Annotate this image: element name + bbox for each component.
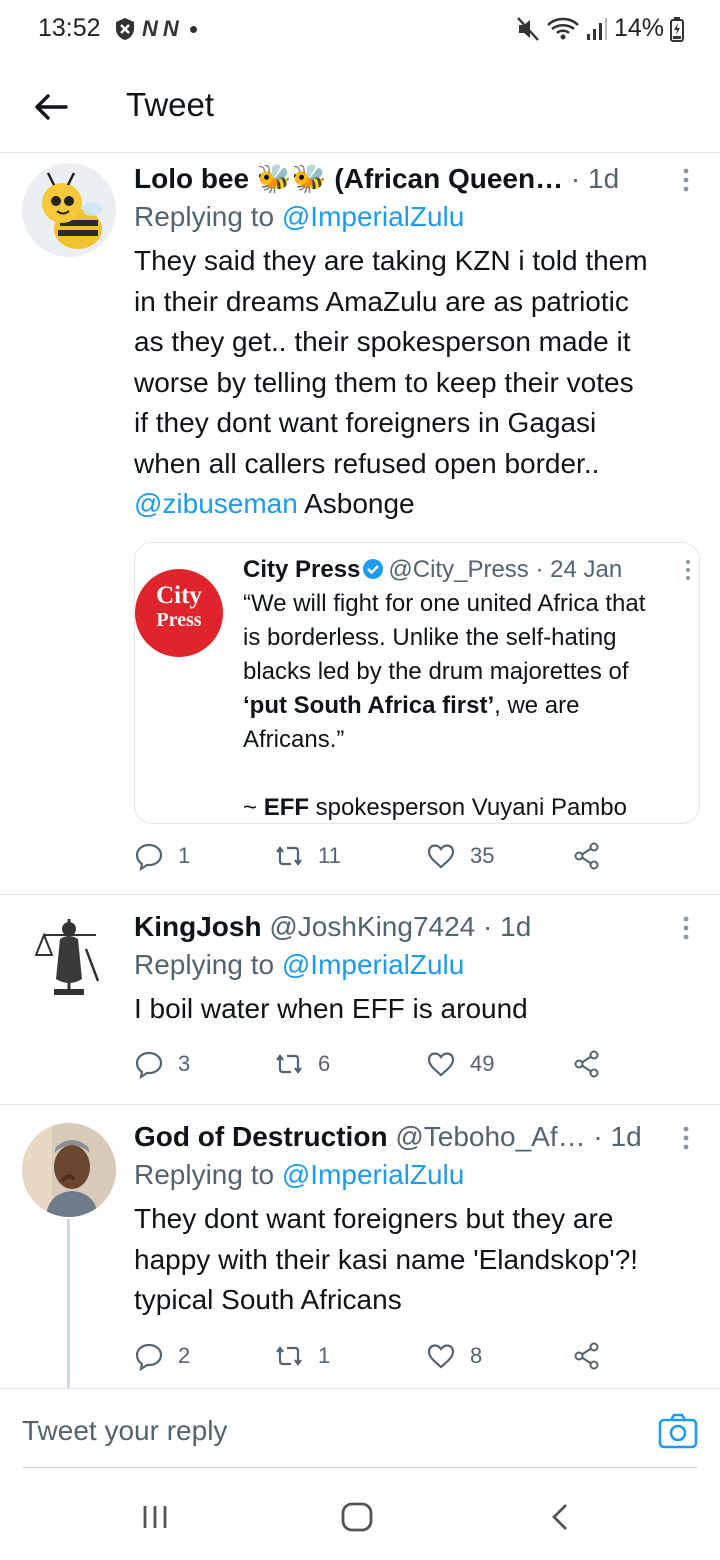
- heart-icon: [427, 844, 455, 869]
- display-name[interactable]: God of Destruction: [134, 1121, 388, 1152]
- tweet-body: Lolo bee 🐝🐝 (African Queen… · 1d Replyin…: [134, 161, 689, 525]
- replying-to: Replying to @ImperialZulu: [134, 949, 465, 980]
- share-icon: [574, 1342, 599, 1370]
- status-system-icons: 14%: [516, 14, 684, 43]
- notification-n-icon: N: [142, 16, 158, 41]
- status-notification-icons: N N: [114, 16, 197, 42]
- reply-icon: [135, 1343, 163, 1371]
- replying-to: Replying to @ImperialZulu: [134, 201, 465, 232]
- quoted-handle[interactable]: @City_Press: [388, 556, 528, 583]
- notification-n-icon: N: [162, 16, 179, 41]
- status-bar: 13:52 N N 14%: [0, 0, 720, 60]
- share-icon: [574, 842, 599, 870]
- heart-icon: [427, 1344, 455, 1369]
- status-time: 13:52: [38, 14, 101, 42]
- tweet-actions: 3 6 49: [134, 1049, 614, 1089]
- avatar[interactable]: [22, 1123, 116, 1217]
- tweet-header: God of Destruction @Teboho_Af… · 1d: [134, 1119, 688, 1155]
- quoted-tweet-body: City Press @City_Press · 24 Jan “We will …: [243, 553, 679, 825]
- tweet-actions: 1 11 35: [134, 841, 614, 881]
- tweet-body: KingJosh @JoshKing7424 · 1d Replying to …: [134, 909, 689, 1030]
- tweet-header: KingJosh @JoshKing7424 · 1d: [134, 909, 688, 945]
- handle[interactable]: @Teboho_Af…: [395, 1121, 585, 1152]
- display-name[interactable]: Lolo bee 🐝🐝 (African Queen…: [134, 163, 563, 194]
- retweet-icon: [276, 1054, 302, 1074]
- avatar[interactable]: [22, 163, 116, 257]
- wifi-icon: [547, 17, 579, 39]
- camera-icon[interactable]: [658, 1413, 698, 1449]
- more-options-icon[interactable]: [680, 915, 692, 941]
- tweet-body: God of Destruction @Teboho_Af… · 1d Repl…: [134, 1119, 689, 1321]
- quoted-timestamp[interactable]: · 24 Jan: [535, 556, 622, 583]
- system-nav-bar: [0, 1470, 720, 1560]
- reply-button[interactable]: 1: [134, 841, 190, 871]
- quoted-tweet-text: “We will fight for one united Africa tha…: [243, 590, 646, 821]
- quoted-display-name[interactable]: City Press: [243, 556, 360, 583]
- like-button[interactable]: 35: [426, 841, 494, 871]
- justice-statue-avatar-image: [22, 909, 116, 1003]
- share-button[interactable]: [572, 1341, 602, 1371]
- thread-connector-line: [67, 1219, 70, 1388]
- timestamp[interactable]: · 1d: [571, 163, 619, 194]
- timestamp[interactable]: · 1d: [593, 1121, 641, 1152]
- reply-button[interactable]: 2: [134, 1341, 190, 1371]
- back-nav-icon[interactable]: [548, 1502, 572, 1532]
- share-button[interactable]: [572, 841, 602, 871]
- tweet-header: Lolo bee 🐝🐝 (African Queen… · 1d: [134, 161, 688, 197]
- verified-badge-icon: [363, 559, 384, 579]
- city-press-logo[interactable]: City Press: [135, 569, 223, 657]
- person-avatar-image: [22, 1123, 116, 1217]
- back-arrow-icon[interactable]: [28, 84, 74, 130]
- tweet-text: They said they are taking KZN i told the…: [134, 245, 648, 519]
- display-name[interactable]: KingJosh: [134, 911, 262, 942]
- recent-apps-icon[interactable]: [140, 1502, 170, 1532]
- handle[interactable]: @JoshKing7424: [269, 911, 475, 942]
- replying-to-mention-link[interactable]: @ImperialZulu: [282, 201, 464, 232]
- app-bar: Tweet: [0, 62, 720, 152]
- tweet-actions: 2 1 8: [134, 1341, 614, 1381]
- battery-percent: 14%: [613, 14, 664, 42]
- tweet-lolo-bee[interactable]: Lolo bee 🐝🐝 (African Queen… · 1d Replyin…: [0, 153, 720, 893]
- tweet-kingjosh[interactable]: KingJosh @JoshKing7424 · 1d Replying to …: [0, 895, 720, 1103]
- home-icon[interactable]: [340, 1502, 374, 1532]
- replying-to-mention-link[interactable]: @ImperialZulu: [282, 949, 464, 980]
- retweet-icon: [276, 1346, 302, 1366]
- more-options-icon[interactable]: [680, 1125, 692, 1151]
- reply-input-underline: [22, 1467, 698, 1468]
- mention-link[interactable]: @zibuseman: [134, 488, 298, 519]
- reply-input[interactable]: Tweet your reply: [22, 1415, 227, 1447]
- more-notifications-dot-icon: [189, 25, 197, 33]
- retweet-button[interactable]: 6: [274, 1049, 330, 1079]
- share-button[interactable]: [572, 1049, 602, 1079]
- tweet-god-of-destruction[interactable]: God of Destruction @Teboho_Af… · 1d Repl…: [0, 1105, 720, 1388]
- like-button[interactable]: 8: [426, 1341, 482, 1371]
- reply-composer: Tweet your reply: [0, 1388, 720, 1470]
- quoted-tweet-header: City Press @City_Press · 24 Jan: [243, 553, 679, 587]
- replying-to: Replying to @ImperialZulu: [134, 1159, 465, 1190]
- tweet-text: They dont want foreigners but they are h…: [134, 1203, 639, 1315]
- timestamp[interactable]: · 1d: [483, 911, 531, 942]
- tweet-text: I boil water when EFF is around: [134, 993, 528, 1024]
- signal-icon: [586, 17, 607, 40]
- retweet-button[interactable]: 11: [274, 841, 341, 871]
- quoted-more-options-icon[interactable]: [683, 559, 693, 581]
- heart-icon: [427, 1052, 455, 1077]
- like-button[interactable]: 49: [426, 1049, 494, 1079]
- mute-icon: [517, 16, 539, 41]
- more-options-icon[interactable]: [680, 167, 692, 193]
- share-icon: [574, 1050, 599, 1078]
- shield-icon: [116, 18, 134, 40]
- bee-avatar-image: [22, 163, 116, 257]
- page-title: Tweet: [126, 86, 215, 123]
- retweet-icon: [276, 846, 302, 866]
- quoted-tweet-card[interactable]: City Press City Press @City_Press · 24 Ja…: [134, 542, 700, 824]
- retweet-button[interactable]: 1: [274, 1341, 330, 1371]
- avatar[interactable]: [22, 909, 116, 1003]
- battery-charging-icon: [670, 16, 684, 42]
- reply-icon: [135, 1051, 163, 1079]
- reply-button[interactable]: 3: [134, 1049, 190, 1079]
- replying-to-mention-link[interactable]: @ImperialZulu: [282, 1159, 464, 1190]
- reply-icon: [135, 843, 163, 871]
